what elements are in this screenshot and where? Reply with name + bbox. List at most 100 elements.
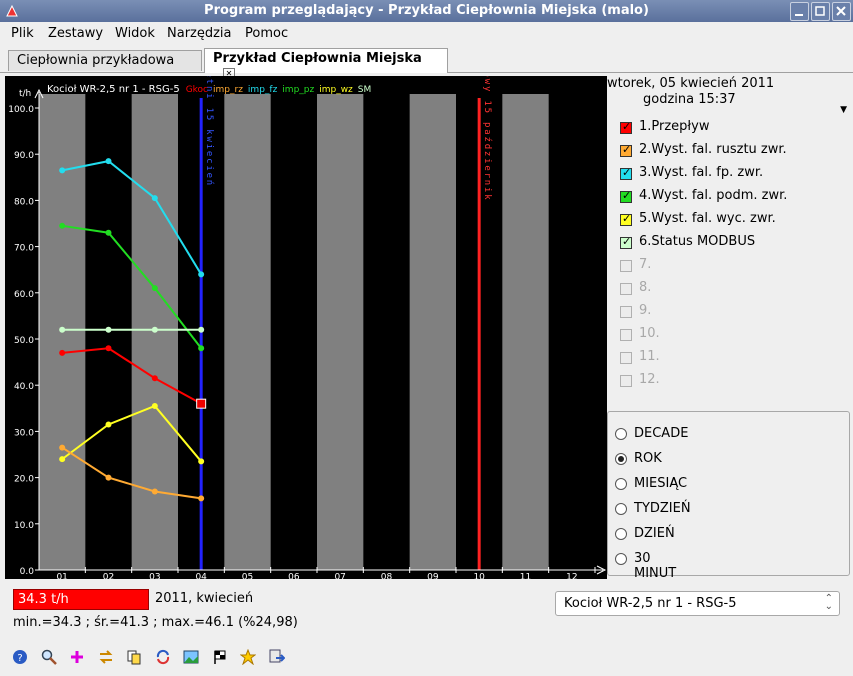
help-icon[interactable]: ?	[12, 649, 28, 665]
legend-label: 6.Status MODBUS	[639, 234, 756, 249]
legend-item[interactable]: ✓ 1.Przepływ	[620, 119, 840, 139]
minimize-icon	[795, 14, 803, 16]
tab-bar: Ciepłownia przykładowa Przykład Ciepłown…	[0, 48, 853, 115]
radio-button[interactable]	[615, 553, 627, 565]
data-point-imp_pz	[151, 285, 158, 292]
x-tick-label: 01	[56, 573, 67, 579]
data-point-imp_fz	[198, 271, 205, 278]
chart-legend-label: Gkoc	[186, 85, 208, 95]
current-value: 34.3 t/h	[13, 589, 149, 610]
refresh-icon[interactable]	[155, 649, 171, 665]
legend-item[interactable]: ✓ 6.Status MODBUS	[620, 234, 840, 254]
image-icon[interactable]	[183, 649, 199, 665]
x-tick-label: 10	[473, 573, 485, 579]
y-tick-label: 90.0	[14, 151, 34, 161]
legend-label: 8.	[639, 280, 652, 295]
radio-button[interactable]	[615, 478, 627, 490]
legend-checkbox[interactable]	[620, 352, 632, 364]
legend-item[interactable]: ✓ 5.Wyst. fal. wyc. zwr.	[620, 211, 840, 231]
menu-plik[interactable]: Plik	[11, 26, 34, 41]
y-tick-label: 10.0	[14, 521, 34, 531]
radio-button[interactable]	[615, 528, 627, 540]
checkmark-icon: ✓	[622, 235, 632, 248]
legend-checkbox[interactable]	[620, 283, 632, 295]
minimize-button[interactable]	[790, 2, 809, 21]
legend-checkbox[interactable]	[620, 329, 632, 341]
data-point-imp_wz	[151, 402, 158, 409]
legend-checkbox[interactable]	[620, 306, 632, 318]
legend-item[interactable]: 7.	[620, 257, 840, 277]
data-point-imp_rz	[198, 495, 205, 502]
legend-item[interactable]: 11.	[620, 349, 840, 369]
device-select[interactable]: Kocioł WR-2,5 nr 1 - RSG-5 ⌃ ⌄	[555, 591, 840, 616]
menu-pomoc[interactable]: Pomoc	[245, 26, 288, 41]
zoom-icon[interactable]	[41, 649, 57, 665]
tab-cieplownia-miejska[interactable]: Przykład Ciepłownia Miejska ✕	[204, 48, 448, 80]
data-point-imp_wz	[105, 421, 112, 428]
data-point-SM	[105, 326, 112, 333]
radio-button[interactable]	[615, 453, 627, 465]
period-selector: DECADE ROK MIESIĄC TYDZIEŃ DZIEŃ 30 MINUT	[607, 411, 850, 581]
chevron-updown-icon: ⌃ ⌄	[824, 593, 833, 612]
data-point-imp_fz	[151, 195, 158, 202]
x-tick-label: 09	[427, 573, 439, 579]
copy-icon[interactable]	[126, 649, 142, 665]
x-tick-label: 05	[242, 573, 253, 579]
menu-zestawy[interactable]: Zestawy	[48, 26, 103, 41]
legend-label: 3.Wyst. fal. fp. zwr.	[639, 165, 764, 180]
legend-item[interactable]: 8.	[620, 280, 840, 300]
close-button[interactable]	[832, 2, 851, 21]
legend-checkbox[interactable]: ✓	[620, 143, 632, 157]
legend-label: 1.Przepływ	[639, 119, 710, 134]
legend-item[interactable]: 9.	[620, 303, 840, 323]
legend-item[interactable]: ✓ 4.Wyst. fal. podm. zwr.	[620, 188, 840, 208]
legend-item[interactable]: ✓ 3.Wyst. fal. fp. zwr.	[620, 165, 840, 185]
data-point-SM	[198, 326, 205, 333]
checkmark-icon: ✓	[622, 143, 632, 156]
legend-label: 12.	[639, 372, 660, 387]
close-icon	[836, 6, 846, 16]
legend-checkbox[interactable]: ✓	[620, 189, 632, 203]
x-tick-label: 07	[334, 573, 345, 579]
menu-narzedzia[interactable]: Narzędzia	[167, 26, 232, 41]
y-tick-label: 100.0	[8, 105, 34, 115]
legend-checkbox[interactable]	[620, 260, 632, 272]
star-icon[interactable]	[240, 649, 256, 665]
period-option-label: 30 MINUT	[634, 551, 677, 581]
add-icon[interactable]	[69, 649, 85, 665]
y-tick-label: 60.0	[14, 290, 34, 300]
y-tick-label: 0.0	[20, 567, 35, 577]
data-point-imp_pz	[105, 229, 112, 236]
legend-label: 5.Wyst. fal. wyc. zwr.	[639, 211, 776, 226]
legend-checkbox[interactable]: ✓	[620, 166, 632, 180]
data-point-Gkoc	[105, 345, 112, 352]
legend-checkbox[interactable]: ✓	[620, 212, 632, 226]
maximize-button[interactable]	[811, 2, 830, 21]
radio-button[interactable]	[615, 428, 627, 440]
legend-label: 9.	[639, 303, 652, 318]
month-band	[409, 94, 456, 570]
tab-cieplownia-przykladowa[interactable]: Ciepłownia przykładowa	[8, 50, 202, 71]
legend-item[interactable]: 12.	[620, 372, 840, 392]
menu-widok[interactable]: Widok	[115, 26, 155, 41]
data-point-imp_pz	[198, 345, 205, 352]
legend-checkbox[interactable]: ✓	[620, 120, 632, 134]
period-option-label: TYDZIEŃ	[634, 501, 691, 516]
data-point-SM	[59, 326, 66, 333]
legend-checkbox[interactable]: ✓	[620, 235, 632, 249]
swap-icon[interactable]	[98, 649, 114, 665]
export-icon[interactable]	[269, 649, 285, 665]
tabs-menu-icon[interactable]: ▼	[840, 105, 847, 115]
legend-checkbox[interactable]	[620, 375, 632, 387]
maximize-icon	[815, 6, 825, 16]
flag-icon[interactable]	[212, 649, 228, 665]
legend-item[interactable]: ✓ 2.Wyst. fal. rusztu zwr.	[620, 142, 840, 162]
current-point-marker	[196, 398, 207, 409]
radio-button[interactable]	[615, 503, 627, 515]
legend-item[interactable]: 10.	[620, 326, 840, 346]
title-bar: Program przeglądający - Przykład Ciepłow…	[0, 0, 853, 22]
date-label: wtorek, 05 kwiecień 2011	[607, 76, 775, 91]
time-label: godzina 15:37	[643, 92, 736, 107]
device-select-value: Kocioł WR-2,5 nr 1 - RSG-5	[564, 596, 737, 611]
checkmark-icon: ✓	[622, 212, 632, 225]
